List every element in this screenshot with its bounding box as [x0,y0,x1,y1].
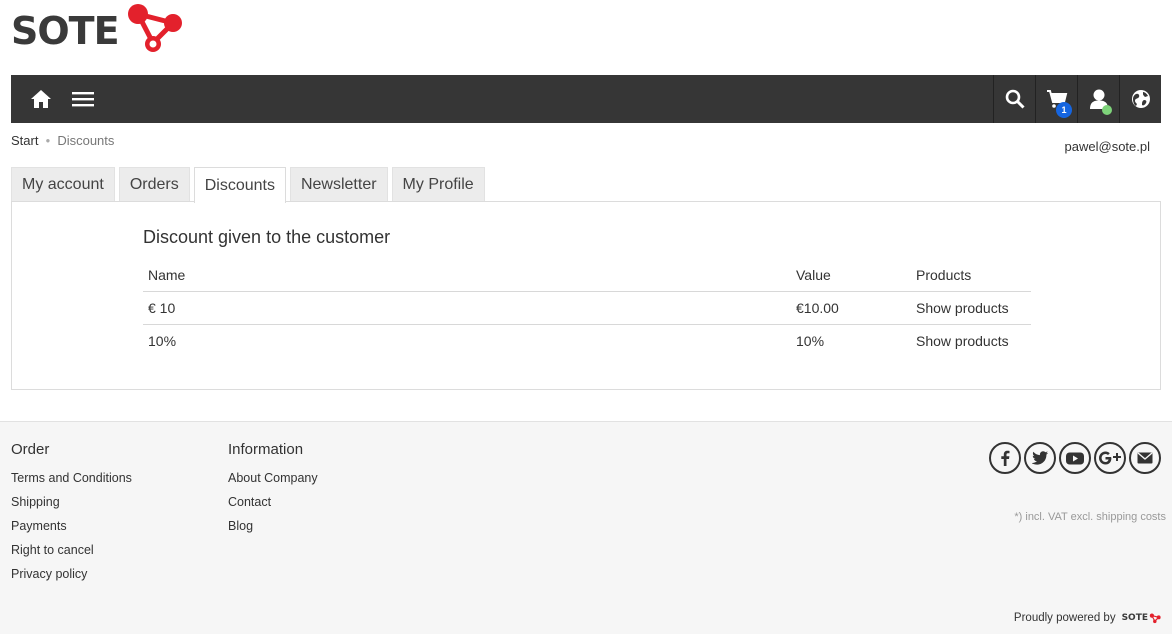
footer-link-contact[interactable]: Contact [228,495,318,519]
account-tabs: My account Orders Discounts Newsletter M… [11,167,489,203]
discount-name: 10% [148,332,177,349]
footer-information-column: Information About Company Contact Blog [228,441,318,543]
logged-in-status-dot [1102,105,1112,115]
powered-by: Proudly powered by SOTE [1014,612,1161,624]
footer-order-heading: Order [11,441,50,458]
discounts-table: Name Value Products € 10 €10.00 Show pro… [143,259,1031,357]
user-email: pawel@sote.pl [1064,139,1150,154]
email-icon[interactable] [1129,442,1161,474]
site-logo[interactable]: SOTE [11,3,185,56]
discounts-panel: Discount given to the customer Name Valu… [11,201,1161,390]
discount-name: € 10 [143,291,791,325]
footer-link-blog[interactable]: Blog [228,519,318,543]
breadcrumb-start-link[interactable]: Start [11,133,38,148]
site-footer: Order Terms and Conditions Shipping Paym… [0,421,1172,634]
vat-note: *) incl. VAT excl. shipping costs [1014,511,1166,523]
tab-discounts[interactable]: Discounts [193,167,286,203]
search-button[interactable] [993,75,1035,123]
logo-mark-icon [123,3,185,60]
youtube-icon[interactable] [1059,442,1091,474]
table-row: 10% 10% Show products [143,324,1031,357]
cart-button[interactable]: 1 [1035,75,1077,123]
footer-link-shipping[interactable]: Shipping [11,495,132,519]
logo-text: SOTE [11,9,120,53]
footer-information-heading: Information [228,441,304,458]
show-products-link[interactable]: Show products [916,300,1009,316]
tab-newsletter[interactable]: Newsletter [289,167,388,202]
powered-by-text: Proudly powered by [1013,612,1116,624]
footer-link-about[interactable]: About Company [228,471,318,495]
discount-value: 10% [796,332,825,349]
footer-link-terms[interactable]: Terms and Conditions [11,471,132,495]
column-header-products: Products [911,259,1031,292]
menu-icon [72,92,94,107]
twitter-icon[interactable] [1024,442,1056,474]
powered-by-brand[interactable]: SOTE [1122,613,1148,623]
main-navbar: 1 [11,75,1161,123]
globe-icon [1131,90,1150,108]
table-header-row: Name Value Products [143,259,1031,292]
table-row: € 10 €10.00 Show products [143,291,1031,325]
home-button[interactable] [20,75,62,123]
tab-my-profile[interactable]: My Profile [391,167,485,202]
footer-order-column: Order Terms and Conditions Shipping Paym… [11,441,132,591]
tab-orders[interactable]: Orders [118,167,190,202]
cart-count-badge: 1 [1056,102,1072,118]
column-header-value: Value [791,259,911,292]
show-products-link[interactable]: Show products [916,333,1009,349]
discount-value: €10.00 [791,291,911,325]
language-button[interactable] [1119,75,1161,123]
breadcrumb-current: Discounts [57,133,115,148]
account-button[interactable] [1077,75,1119,123]
social-links [989,442,1161,474]
breadcrumb: Start ● Discounts [11,133,114,148]
search-icon [1005,89,1025,109]
footer-link-privacy[interactable]: Privacy policy [11,567,132,591]
sote-mini-logo-icon [1149,612,1161,623]
google-plus-icon[interactable] [1094,442,1126,474]
footer-link-payments[interactable]: Payments [11,519,132,543]
footer-link-right-to-cancel[interactable]: Right to cancel [11,543,132,567]
facebook-icon[interactable] [989,442,1021,474]
tab-my-account[interactable]: My account [11,167,115,202]
home-icon [31,90,51,108]
column-header-name: Name [143,259,791,292]
menu-button[interactable] [62,75,104,123]
discounts-title: Discount given to the customer [143,227,391,247]
breadcrumb-separator-icon: ● [45,136,51,145]
